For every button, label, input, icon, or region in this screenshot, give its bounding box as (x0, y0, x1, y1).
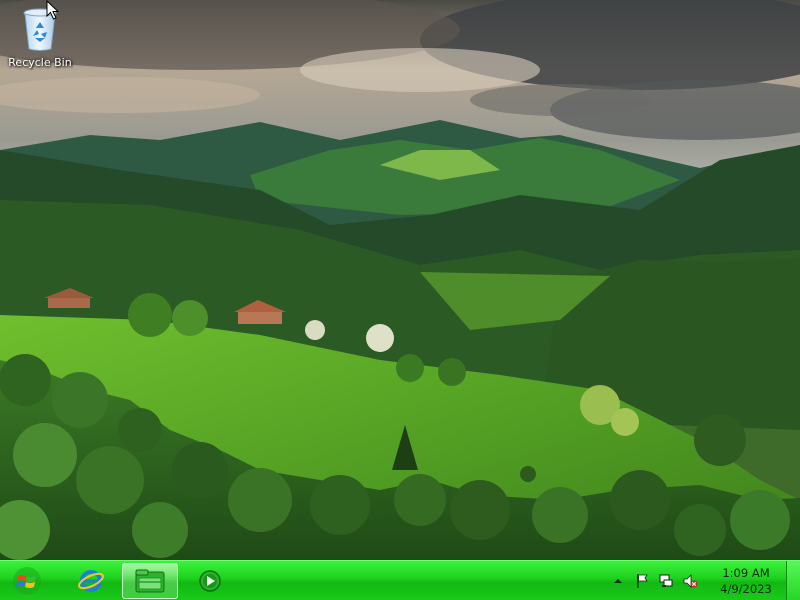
show-hidden-icons-icon[interactable] (609, 572, 627, 590)
desktop-icon-label: Recycle Bin (8, 56, 72, 69)
desktop-wallpaper (0, 0, 800, 560)
taskbar-clock[interactable]: 1:09 AM 4/9/2023 (710, 565, 782, 597)
volume-muted-icon[interactable] (681, 572, 699, 590)
windows-logo-icon (13, 567, 41, 595)
taskbar: 1:09 AM 4/9/2023 (0, 560, 800, 600)
show-desktop-button[interactable] (786, 561, 800, 600)
internet-explorer-icon (78, 570, 104, 592)
media-player-icon (199, 570, 221, 592)
taskbar-file-explorer-button[interactable] (122, 563, 178, 599)
file-explorer-icon (135, 569, 165, 593)
action-center-flag-icon[interactable] (633, 572, 651, 590)
system-tray: 1:09 AM 4/9/2023 (606, 561, 782, 600)
start-button[interactable] (2, 563, 52, 599)
taskbar-internet-explorer-button[interactable] (66, 563, 116, 599)
desktop-icon-recycle-bin[interactable]: Recycle Bin (4, 4, 76, 76)
taskbar-media-player-button[interactable] (184, 563, 236, 599)
recycle-bin-icon (20, 6, 60, 52)
network-icon[interactable] (657, 572, 675, 590)
clock-time: 1:09 AM (722, 566, 770, 580)
desktop: Recycle Bin 1:09 AM 4/9/2023 (0, 0, 800, 600)
clock-date: 4/9/2023 (720, 582, 772, 596)
